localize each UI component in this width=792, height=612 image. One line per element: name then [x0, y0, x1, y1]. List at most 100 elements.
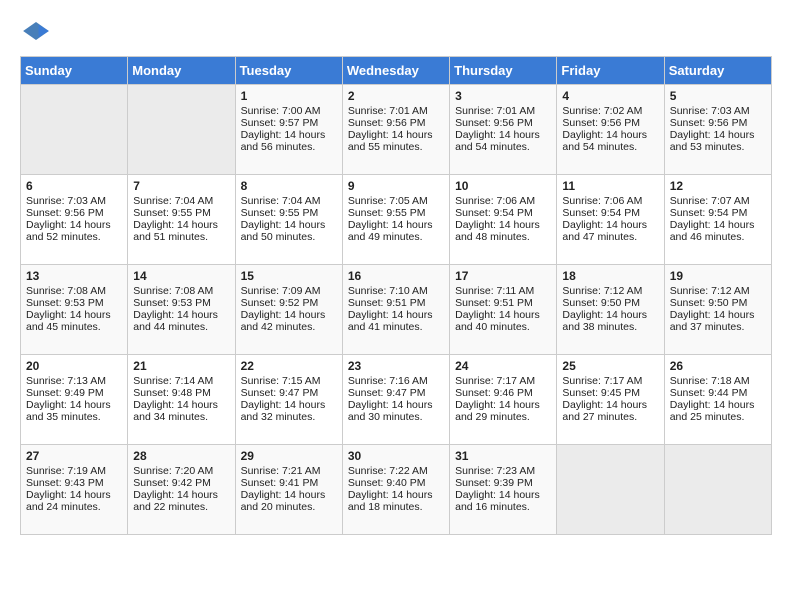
- day-number: 24: [455, 359, 551, 373]
- sunset-text: Sunset: 9:54 PM: [455, 207, 533, 219]
- calendar-cell: 13Sunrise: 7:08 AMSunset: 9:53 PMDayligh…: [21, 265, 128, 355]
- calendar-cell: 15Sunrise: 7:09 AMSunset: 9:52 PMDayligh…: [235, 265, 342, 355]
- sunset-text: Sunset: 9:56 PM: [348, 117, 426, 129]
- daylight-text: Daylight: 14 hours and 55 minutes.: [348, 129, 433, 153]
- daylight-text: Daylight: 14 hours and 22 minutes.: [133, 489, 218, 513]
- day-number: 16: [348, 269, 444, 283]
- day-number: 1: [241, 89, 337, 103]
- sunset-text: Sunset: 9:56 PM: [26, 207, 104, 219]
- sunset-text: Sunset: 9:55 PM: [348, 207, 426, 219]
- daylight-text: Daylight: 14 hours and 29 minutes.: [455, 399, 540, 423]
- weekday-header: Friday: [557, 57, 664, 85]
- weekday-header: Sunday: [21, 57, 128, 85]
- calendar-cell: [664, 445, 771, 535]
- sunrise-text: Sunrise: 7:12 AM: [670, 285, 750, 297]
- logo: [20, 20, 56, 40]
- sunrise-text: Sunrise: 7:12 AM: [562, 285, 642, 297]
- day-number: 9: [348, 179, 444, 193]
- sunset-text: Sunset: 9:53 PM: [133, 297, 211, 309]
- sunrise-text: Sunrise: 7:20 AM: [133, 465, 213, 477]
- sunset-text: Sunset: 9:51 PM: [348, 297, 426, 309]
- calendar-cell: 30Sunrise: 7:22 AMSunset: 9:40 PMDayligh…: [342, 445, 449, 535]
- calendar-cell: 27Sunrise: 7:19 AMSunset: 9:43 PMDayligh…: [21, 445, 128, 535]
- sunset-text: Sunset: 9:45 PM: [562, 387, 640, 399]
- calendar-cell: 23Sunrise: 7:16 AMSunset: 9:47 PMDayligh…: [342, 355, 449, 445]
- day-number: 4: [562, 89, 658, 103]
- day-number: 19: [670, 269, 766, 283]
- daylight-text: Daylight: 14 hours and 18 minutes.: [348, 489, 433, 513]
- daylight-text: Daylight: 14 hours and 54 minutes.: [455, 129, 540, 153]
- sunset-text: Sunset: 9:57 PM: [241, 117, 319, 129]
- weekday-header: Wednesday: [342, 57, 449, 85]
- day-number: 31: [455, 449, 551, 463]
- sunset-text: Sunset: 9:39 PM: [455, 477, 533, 489]
- sunset-text: Sunset: 9:43 PM: [26, 477, 104, 489]
- weekday-header: Tuesday: [235, 57, 342, 85]
- daylight-text: Daylight: 14 hours and 25 minutes.: [670, 399, 755, 423]
- calendar-cell: 10Sunrise: 7:06 AMSunset: 9:54 PMDayligh…: [450, 175, 557, 265]
- calendar-cell: 26Sunrise: 7:18 AMSunset: 9:44 PMDayligh…: [664, 355, 771, 445]
- calendar-cell: 7Sunrise: 7:04 AMSunset: 9:55 PMDaylight…: [128, 175, 235, 265]
- sunrise-text: Sunrise: 7:15 AM: [241, 375, 321, 387]
- daylight-text: Daylight: 14 hours and 56 minutes.: [241, 129, 326, 153]
- calendar-table: SundayMondayTuesdayWednesdayThursdayFrid…: [20, 56, 772, 535]
- day-number: 27: [26, 449, 122, 463]
- day-number: 15: [241, 269, 337, 283]
- daylight-text: Daylight: 14 hours and 27 minutes.: [562, 399, 647, 423]
- calendar-cell: 9 Sunrise: 7:05 AMSunset: 9:55 PMDaylight…: [342, 175, 449, 265]
- day-number: 3: [455, 89, 551, 103]
- daylight-text: Daylight: 14 hours and 20 minutes.: [241, 489, 326, 513]
- calendar-cell: 5Sunrise: 7:03 AMSunset: 9:56 PMDaylight…: [664, 85, 771, 175]
- sunset-text: Sunset: 9:49 PM: [26, 387, 104, 399]
- day-number: 11: [562, 179, 658, 193]
- sunset-text: Sunset: 9:42 PM: [133, 477, 211, 489]
- sunset-text: Sunset: 9:47 PM: [348, 387, 426, 399]
- page-header: [20, 20, 772, 40]
- sunrise-text: Sunrise: 7:21 AM: [241, 465, 321, 477]
- calendar-cell: [128, 85, 235, 175]
- daylight-text: Daylight: 14 hours and 51 minutes.: [133, 219, 218, 243]
- daylight-text: Daylight: 14 hours and 50 minutes.: [241, 219, 326, 243]
- day-number: 2: [348, 89, 444, 103]
- calendar-cell: 21Sunrise: 7:14 AMSunset: 9:48 PMDayligh…: [128, 355, 235, 445]
- calendar-cell: 6Sunrise: 7:03 AMSunset: 9:56 PMDaylight…: [21, 175, 128, 265]
- daylight-text: Daylight: 14 hours and 30 minutes.: [348, 399, 433, 423]
- sunrise-text: Sunrise: 7:02 AM: [562, 105, 642, 117]
- daylight-text: Daylight: 14 hours and 47 minutes.: [562, 219, 647, 243]
- day-number: 12: [670, 179, 766, 193]
- sunrise-text: Sunrise: 7:07 AM: [670, 195, 750, 207]
- calendar-cell: 11Sunrise: 7:06 AMSunset: 9:54 PMDayligh…: [557, 175, 664, 265]
- calendar-cell: 12 Sunrise: 7:07 AMSunset: 9:54 PMDayligh…: [664, 175, 771, 265]
- sunset-text: Sunset: 9:56 PM: [670, 117, 748, 129]
- day-number: 13: [26, 269, 122, 283]
- sunset-text: Sunset: 9:55 PM: [133, 207, 211, 219]
- day-number: 10: [455, 179, 551, 193]
- weekday-header: Saturday: [664, 57, 771, 85]
- calendar-cell: 4Sunrise: 7:02 AMSunset: 9:56 PMDaylight…: [557, 85, 664, 175]
- sunrise-text: Sunrise: 7:05 AM: [348, 195, 428, 207]
- sunset-text: Sunset: 9:44 PM: [670, 387, 748, 399]
- sunrise-text: Sunrise: 7:10 AM: [348, 285, 428, 297]
- day-number: 17: [455, 269, 551, 283]
- sunrise-text: Sunrise: 7:16 AM: [348, 375, 428, 387]
- sunrise-text: Sunrise: 7:18 AM: [670, 375, 750, 387]
- sunset-text: Sunset: 9:54 PM: [670, 207, 748, 219]
- calendar-cell: 28Sunrise: 7:20 AMSunset: 9:42 PMDayligh…: [128, 445, 235, 535]
- day-number: 5: [670, 89, 766, 103]
- calendar-cell: 17Sunrise: 7:11 AMSunset: 9:51 PMDayligh…: [450, 265, 557, 355]
- day-number: 25: [562, 359, 658, 373]
- logo-icon: [20, 22, 52, 40]
- calendar-cell: 1Sunrise: 7:00 AMSunset: 9:57 PMDaylight…: [235, 85, 342, 175]
- calendar-cell: 18Sunrise: 7:12 AMSunset: 9:50 PMDayligh…: [557, 265, 664, 355]
- daylight-text: Daylight: 14 hours and 24 minutes.: [26, 489, 111, 513]
- weekday-header: Thursday: [450, 57, 557, 85]
- sunrise-text: Sunrise: 7:09 AM: [241, 285, 321, 297]
- daylight-text: Daylight: 14 hours and 46 minutes.: [670, 219, 755, 243]
- calendar-cell: 2Sunrise: 7:01 AMSunset: 9:56 PMDaylight…: [342, 85, 449, 175]
- daylight-text: Daylight: 14 hours and 49 minutes.: [348, 219, 433, 243]
- calendar-cell: 20Sunrise: 7:13 AMSunset: 9:49 PMDayligh…: [21, 355, 128, 445]
- daylight-text: Daylight: 14 hours and 53 minutes.: [670, 129, 755, 153]
- calendar-cell: 25Sunrise: 7:17 AMSunset: 9:45 PMDayligh…: [557, 355, 664, 445]
- sunrise-text: Sunrise: 7:06 AM: [455, 195, 535, 207]
- sunrise-text: Sunrise: 7:17 AM: [455, 375, 535, 387]
